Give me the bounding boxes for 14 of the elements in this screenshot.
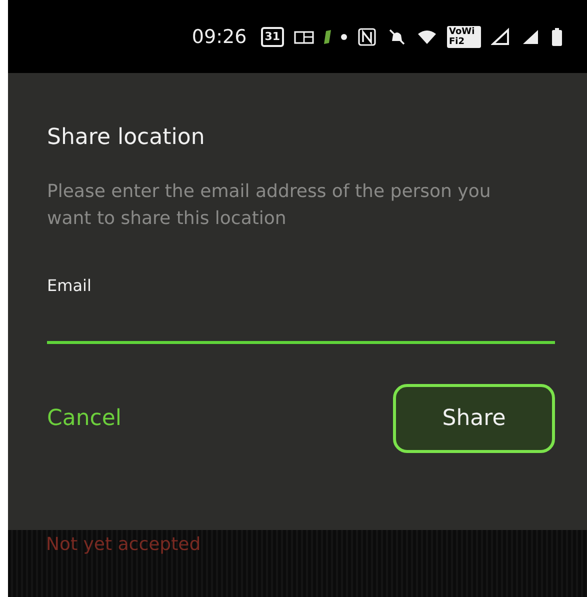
nfc-icon [357, 26, 377, 46]
muted-bell-icon [387, 26, 407, 46]
wifi-calling-icon: VoWiFi2 [447, 26, 481, 48]
signal-icon [491, 26, 511, 46]
cancel-button[interactable]: Cancel [47, 398, 122, 439]
dot-icon [341, 34, 347, 40]
invite-status: Not yet accepted [46, 534, 201, 555]
battery-icon [551, 26, 563, 46]
calendar-icon: 31 [260, 26, 284, 46]
dialog-message: Please enter the email address of the person you want to share this location [47, 180, 492, 231]
dialog-title: Share location [47, 125, 206, 150]
email-label: Email [47, 276, 92, 295]
clock: 09:26 [192, 26, 247, 48]
share-button[interactable]: Share [393, 384, 555, 453]
